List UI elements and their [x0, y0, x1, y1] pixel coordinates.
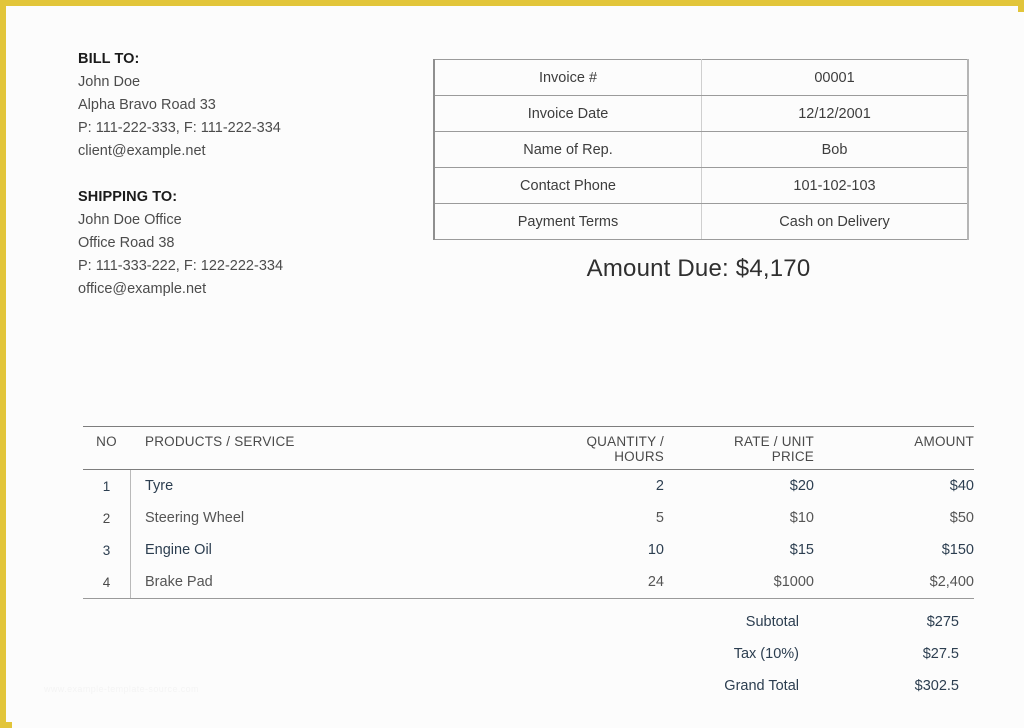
shipping-to-line-1: John Doe Office — [78, 212, 182, 228]
item-amount: $2,400 — [814, 566, 974, 599]
detail-label-name-of-rep: Name of Rep. — [433, 131, 702, 168]
column-header-quantity: QUANTITY / HOURS — [474, 426, 664, 470]
totals-section: Subtotal $275 Tax (10%) $27.5 Grand Tota… — [83, 606, 959, 702]
item-description: Steering Wheel — [130, 502, 474, 534]
line-items-table: NO PRODUCTS / SERVICE QUANTITY / HOURS R… — [83, 426, 974, 599]
column-header-rate-line2: PRICE — [771, 449, 814, 464]
totals-table: Subtotal $275 Tax (10%) $27.5 Grand Tota… — [83, 606, 959, 702]
item-quantity: 10 — [647, 542, 664, 558]
watermark-text: www.example-template-source.com — [44, 684, 199, 694]
table-row: 2 Steering Wheel 5 $10 $50 — [83, 502, 974, 534]
column-header-quantity-line1: QUANTITY / — [586, 434, 664, 449]
item-rate: $10 — [789, 510, 814, 526]
item-description: Engine Oil — [130, 534, 474, 566]
detail-value-invoice-date: 12/12/2001 — [701, 95, 969, 132]
item-no: 1 — [102, 478, 111, 494]
detail-label-contact-phone: Contact Phone — [433, 167, 702, 204]
detail-value-payment-terms: Cash on Delivery — [701, 203, 969, 240]
amount-due-text: Amount Due: $4,170 — [586, 255, 811, 282]
item-no: 4 — [83, 566, 131, 599]
line-items-header-row: NO PRODUCTS / SERVICE QUANTITY / HOURS R… — [83, 426, 974, 470]
address-spacer — [78, 163, 418, 186]
totals-value-tax: $27.5 — [922, 646, 959, 662]
item-amount: $40 — [949, 478, 974, 494]
item-amount: $50 — [949, 510, 974, 526]
column-header-description: PRODUCTS / SERVICE — [130, 426, 474, 470]
table-row: 4 Brake Pad 24 $1000 $2,400 — [83, 566, 974, 599]
line-items-section: NO PRODUCTS / SERVICE QUANTITY / HOURS R… — [83, 426, 974, 599]
invoice-page: BILL TO: John Doe Alpha Bravo Road 33 P:… — [12, 12, 1024, 728]
table-row: Name of Rep. Bob — [433, 131, 969, 168]
address-block: BILL TO: John Doe Alpha Bravo Road 33 P:… — [78, 48, 418, 301]
bill-to-line-1: John Doe — [78, 74, 141, 90]
totals-value-grand-total: $302.5 — [914, 678, 959, 694]
invoice-details-table: Invoice # 00001 Invoice Date 12/12/2001 … — [433, 59, 969, 240]
item-description: Brake Pad — [130, 566, 474, 599]
column-header-rate-line1: RATE / UNIT — [734, 434, 814, 449]
shipping-to-line-3: P: 111-333-222, F: 122-222-334 — [78, 258, 284, 274]
table-row: 1 Tyre 2 $20 $40 — [83, 469, 974, 502]
shipping-to-heading: SHIPPING TO: — [78, 189, 178, 205]
totals-value-subtotal: $275 — [926, 614, 959, 630]
shipping-to-email: office@example.net — [78, 281, 207, 297]
item-amount: $150 — [941, 542, 974, 558]
detail-label-invoice-number: Invoice # — [433, 59, 702, 96]
item-quantity: 2 — [655, 478, 664, 494]
bill-to-email: client@example.net — [78, 143, 206, 159]
detail-value-name-of-rep: Bob — [701, 131, 969, 168]
item-rate: $15 — [789, 542, 814, 558]
item-quantity: 24 — [474, 566, 664, 599]
column-header-quantity-line2: HOURS — [614, 449, 664, 464]
item-no: 3 — [102, 542, 111, 558]
item-quantity: 5 — [655, 510, 664, 526]
bill-to-line-3: P: 111-222-333, F: 111-222-334 — [78, 120, 281, 136]
table-row: Payment Terms Cash on Delivery — [433, 203, 969, 240]
detail-value-contact-phone: 101-102-103 — [701, 167, 969, 204]
detail-label-payment-terms: Payment Terms — [433, 203, 702, 240]
item-description: Tyre — [130, 469, 474, 502]
table-row: Grand Total $302.5 — [83, 670, 959, 702]
column-header-no: NO — [83, 426, 131, 470]
totals-spacer — [83, 606, 649, 638]
table-row: Invoice # 00001 — [433, 59, 969, 96]
table-row: Tax (10%) $27.5 — [83, 638, 959, 670]
item-rate: $1000 — [664, 566, 814, 599]
totals-label-subtotal: Subtotal — [745, 614, 799, 630]
column-header-rate: RATE / UNIT PRICE — [664, 426, 814, 470]
totals-label-grand-total: Grand Total — [724, 678, 799, 694]
totals-label-tax: Tax (10%) — [733, 646, 799, 662]
detail-label-invoice-date: Invoice Date — [433, 95, 702, 132]
invoice-page-frame: BILL TO: John Doe Alpha Bravo Road 33 P:… — [0, 0, 1024, 728]
column-header-amount: AMOUNT — [814, 426, 974, 470]
totals-spacer — [83, 638, 649, 670]
table-row: Invoice Date 12/12/2001 — [433, 95, 969, 132]
bill-to-line-2: Alpha Bravo Road 33 — [78, 97, 216, 113]
item-no: 2 — [102, 510, 111, 526]
table-row: Subtotal $275 — [83, 606, 959, 638]
bill-to-heading: BILL TO: — [78, 51, 140, 67]
shipping-to-line-2: Office Road 38 — [78, 235, 175, 251]
table-row: 3 Engine Oil 10 $15 $150 — [83, 534, 974, 566]
detail-value-invoice-number: 00001 — [701, 59, 969, 96]
table-row: Contact Phone 101-102-103 — [433, 167, 969, 204]
item-rate: $20 — [789, 478, 814, 494]
